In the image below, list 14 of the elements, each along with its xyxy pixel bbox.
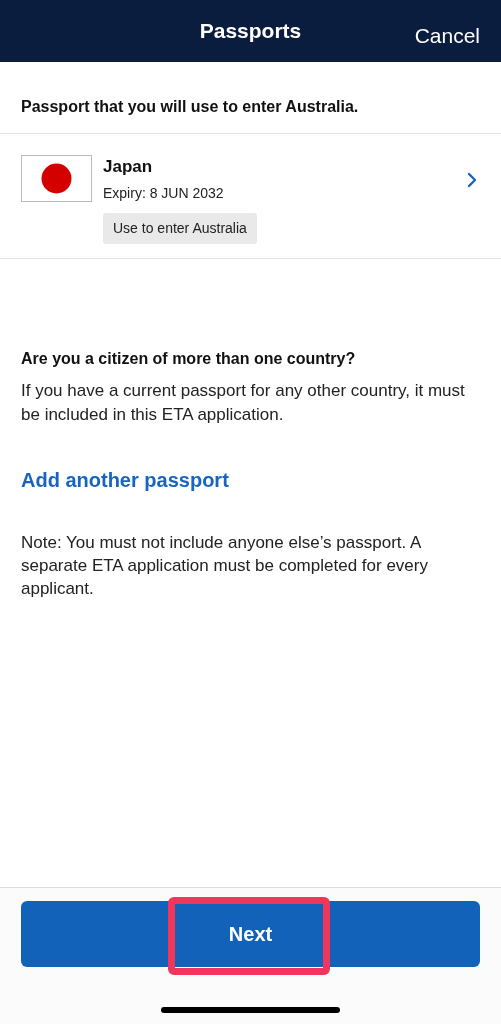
cancel-button[interactable]: Cancel <box>414 20 480 52</box>
usage-badge: Use to enter Australia <box>103 213 257 244</box>
expiry-text: Expiry: 8 JUN 2032 <box>103 184 225 203</box>
page-title: Passports <box>199 18 302 45</box>
flag-icon <box>21 155 92 202</box>
note-text: Note: You must not include anyone else’s passport. A separate ETA application must be completed for every applicant. <box>21 532 429 600</box>
intro-text: Passport that you will use to enter Australia. <box>21 97 360 117</box>
country-name: Japan <box>103 156 154 178</box>
question-heading: Are you a citizen of more than one country? <box>21 349 357 369</box>
passport-card[interactable]: Japan Expiry: 8 JUN 2032 Use to enter Australia <box>0 134 501 259</box>
next-button[interactable]: Next <box>21 901 480 967</box>
chevron-right-icon <box>467 172 477 188</box>
question-text: If you have a current passport for any other country, it must be included in this ETA application. <box>21 380 466 426</box>
add-passport-link[interactable]: Add another passport <box>21 465 229 495</box>
